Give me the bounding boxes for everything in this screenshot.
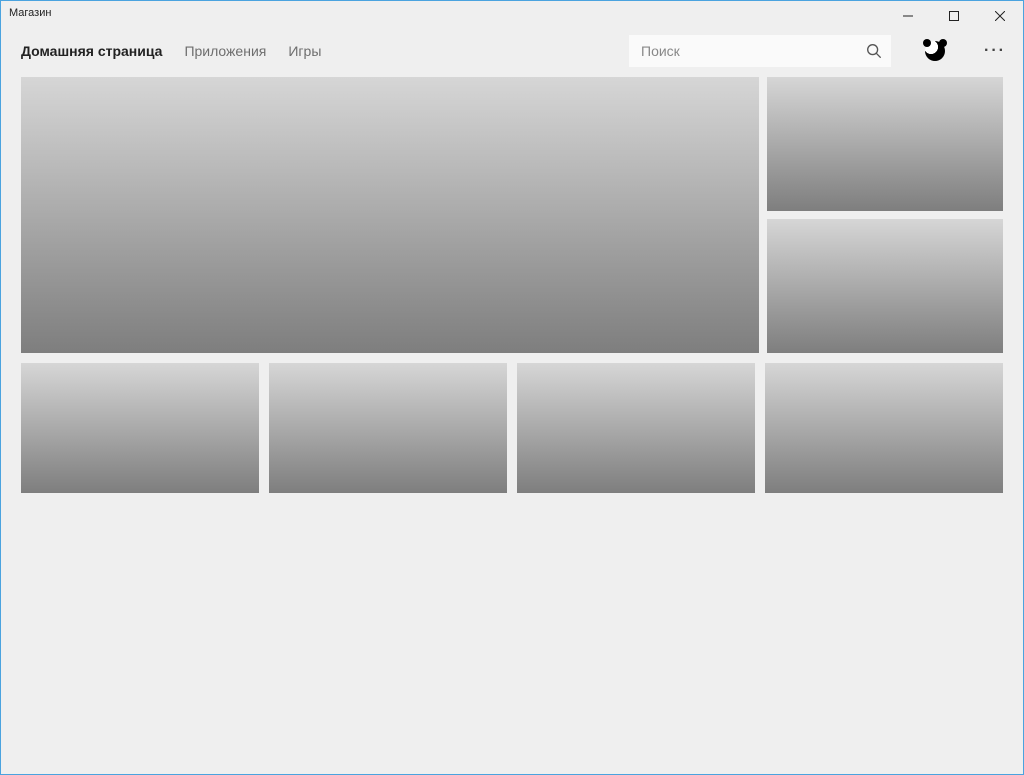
hero-tile-large[interactable]: [21, 77, 759, 353]
hero-side-column: [767, 77, 1003, 353]
hero-tile-small-1[interactable]: [767, 77, 1003, 211]
close-button[interactable]: [977, 1, 1023, 31]
search-input[interactable]: [641, 43, 865, 59]
hero-tile-small-2[interactable]: [767, 219, 1003, 353]
maximize-icon: [949, 11, 959, 21]
window-title: Магазин: [9, 7, 51, 19]
search-box[interactable]: [629, 35, 891, 67]
thumb-tile-1[interactable]: [21, 363, 259, 493]
thumb-tile-3[interactable]: [517, 363, 755, 493]
nav-home[interactable]: Домашняя страница: [21, 31, 162, 71]
hero-row: [21, 77, 1003, 353]
navbar: Домашняя страница Приложения Игры ···: [1, 31, 1023, 71]
titlebar: Магазин: [1, 1, 1023, 31]
user-avatar-icon: [925, 41, 945, 61]
search-icon[interactable]: [865, 42, 883, 60]
minimize-button[interactable]: [885, 1, 931, 31]
thumb-tile-2[interactable]: [269, 363, 507, 493]
close-icon: [995, 11, 1005, 21]
more-button[interactable]: ···: [973, 35, 1017, 67]
content-area: [1, 71, 1023, 774]
more-icon: ···: [984, 42, 1006, 60]
store-window: Магазин Домашняя страница Приложения Игр…: [0, 0, 1024, 775]
window-controls: [885, 1, 1023, 31]
nav-apps[interactable]: Приложения: [184, 31, 266, 71]
thumb-row: [21, 363, 1003, 493]
maximize-button[interactable]: [931, 1, 977, 31]
thumb-tile-4[interactable]: [765, 363, 1003, 493]
minimize-icon: [903, 11, 913, 21]
nav-games[interactable]: Игры: [288, 31, 321, 71]
user-button[interactable]: [919, 35, 951, 67]
